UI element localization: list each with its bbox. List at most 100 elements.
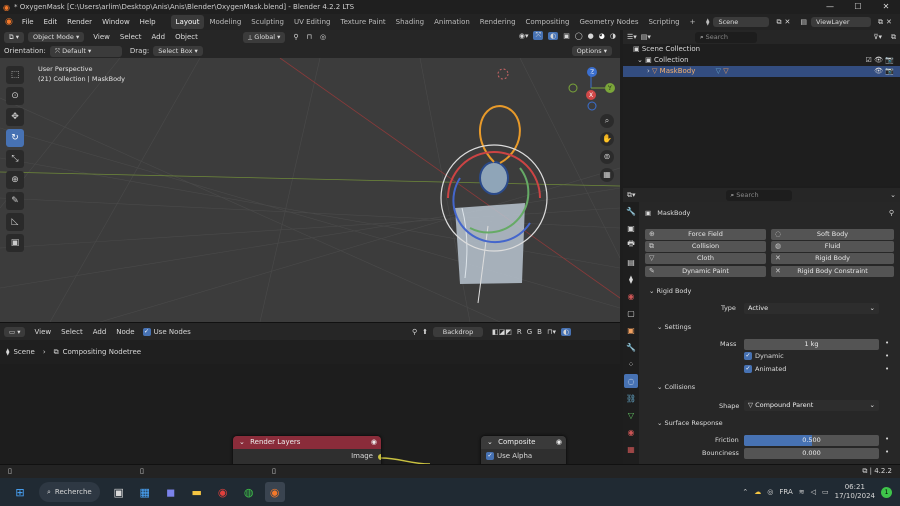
chevron-down-icon[interactable]: ⌄ bbox=[487, 438, 493, 446]
tab-rendering[interactable]: Rendering bbox=[475, 15, 521, 29]
filter-icon[interactable]: ⊽▾ bbox=[873, 33, 882, 41]
use-nodes-checkbox[interactable]: ✓ Use Nodes bbox=[142, 327, 191, 336]
keyframe-dot-icon[interactable]: • bbox=[885, 435, 889, 443]
rotate-tool-icon[interactable]: ↻ bbox=[6, 129, 24, 147]
collection-visibility-controls[interactable]: ☑ 👁 📷 bbox=[866, 55, 894, 66]
task-view-icon[interactable]: ▣ bbox=[109, 482, 129, 502]
navigation-gizmo[interactable]: Z Y X bbox=[568, 67, 615, 111]
tool-tab-icon[interactable]: 🔧 bbox=[624, 204, 638, 218]
rendered-shading-icon[interactable]: ◑ bbox=[610, 32, 616, 40]
force-field-button[interactable]: ⊕ Force Field bbox=[645, 229, 766, 240]
outliner-search-input[interactable]: ⌕ Search bbox=[694, 31, 757, 43]
channel-b[interactable]: B bbox=[537, 328, 542, 336]
tab-geometry-nodes[interactable]: Geometry Nodes bbox=[574, 15, 643, 29]
render-layers-node[interactable]: ⌄ Render Layers ◉ Image bbox=[233, 436, 381, 464]
menu-edit[interactable]: Edit bbox=[39, 18, 63, 26]
close-button[interactable]: ✕ bbox=[872, 0, 900, 14]
soft-body-button[interactable]: ◌ Soft Body bbox=[771, 229, 894, 240]
breadcrumb-nodetree[interactable]: Compositing Nodetree bbox=[63, 348, 141, 356]
output-tab-icon[interactable]: 🖶 bbox=[624, 238, 638, 252]
mass-field[interactable]: 1 kg bbox=[744, 339, 879, 350]
keyframe-dot-icon[interactable]: • bbox=[885, 365, 889, 373]
teams-icon[interactable]: ◼ bbox=[161, 482, 181, 502]
outliner-type-icon[interactable]: ☰▾ bbox=[627, 33, 637, 41]
transform-orientation-dropdown[interactable]: ⟂ Global ▾ bbox=[242, 31, 286, 43]
minimize-button[interactable]: — bbox=[816, 0, 844, 14]
material-shading-icon[interactable]: ◕ bbox=[599, 32, 605, 40]
use-alpha-checkbox[interactable]: ✓ Use Alpha bbox=[481, 449, 566, 463]
keyframe-dot-icon[interactable]: • bbox=[885, 339, 889, 347]
cloth-button[interactable]: ▽ Cloth bbox=[645, 253, 766, 264]
proportional-edit-icon[interactable]: ◎ bbox=[320, 33, 326, 41]
options-dropdown[interactable]: Options ▾ bbox=[571, 46, 612, 56]
mode-dropdown[interactable]: Object Mode ▾ bbox=[27, 32, 85, 42]
overlay-node-icon[interactable]: ◐ bbox=[560, 328, 572, 336]
viewlayer-field[interactable]: ViewLayer bbox=[810, 17, 871, 27]
clock[interactable]: 06:21 17/10/2024 bbox=[835, 483, 875, 501]
fluid-button[interactable]: ◍ Fluid bbox=[771, 241, 894, 252]
transform-tool-icon[interactable]: ⊕ bbox=[6, 171, 24, 189]
scene-tab-icon[interactable]: ⧫ bbox=[624, 272, 638, 286]
tab-uv-editing[interactable]: UV Editing bbox=[289, 15, 336, 29]
3d-viewport[interactable]: Z Y X ⬚ ⊙ ✥ ↻ ⤡ ⊕ ✎ ◺ ▣ User Perspective… bbox=[0, 58, 620, 322]
node-menu-select[interactable]: Select bbox=[56, 328, 88, 336]
pivot-icon[interactable]: ⚲ bbox=[293, 33, 298, 41]
widgets-icon[interactable]: ▦ bbox=[135, 482, 155, 502]
language-indicator[interactable]: FRA bbox=[779, 488, 792, 496]
notification-badge[interactable]: 1 bbox=[881, 486, 892, 498]
new-scene-icon[interactable]: ⧉ bbox=[776, 18, 781, 27]
parent-node-icon[interactable]: ⬆ bbox=[422, 328, 428, 336]
channel-r[interactable]: R bbox=[517, 328, 522, 336]
scene-icon[interactable]: ⧫ bbox=[706, 18, 709, 26]
viewport-menu-select[interactable]: Select bbox=[115, 33, 147, 41]
gizmo-icon[interactable]: ⤧ bbox=[533, 31, 544, 40]
data-tab-icon[interactable]: ▽ bbox=[624, 408, 638, 422]
perspective-toggle-icon[interactable]: ▦ bbox=[600, 168, 614, 182]
search-box[interactable]: ⌕ Recherche bbox=[39, 482, 100, 502]
tab-scripting[interactable]: Scripting bbox=[643, 15, 684, 29]
pan-icon[interactable]: ✋ bbox=[600, 132, 614, 146]
battery-icon[interactable]: ▭ bbox=[822, 488, 829, 496]
keyframe-dot-icon[interactable]: • bbox=[885, 448, 889, 456]
keyframe-dot-icon[interactable]: • bbox=[885, 352, 889, 360]
collection-tab-icon[interactable]: ▢ bbox=[624, 306, 638, 320]
wifi-icon[interactable]: ≋ bbox=[799, 488, 805, 496]
menu-window[interactable]: Window bbox=[97, 18, 135, 26]
pin-icon[interactable]: ⚲ bbox=[412, 328, 417, 336]
blender-taskbar-icon[interactable]: ◉ bbox=[264, 482, 285, 502]
chevron-down-icon[interactable]: ⌄ bbox=[637, 56, 643, 64]
tab-animation[interactable]: Animation bbox=[429, 15, 475, 29]
new-collection-icon[interactable]: ⧉ bbox=[891, 33, 896, 42]
tree-row-scene-collection[interactable]: ▣ Scene Collection bbox=[623, 44, 900, 55]
menu-file[interactable]: File bbox=[17, 18, 39, 26]
dynamic-paint-button[interactable]: ✎ Dynamic Paint bbox=[645, 266, 766, 277]
node-menu-node[interactable]: Node bbox=[111, 328, 139, 336]
type-dropdown[interactable]: Active ⌄ bbox=[744, 303, 879, 314]
solid-shading-icon[interactable]: ● bbox=[588, 32, 594, 40]
node-menu-view[interactable]: View bbox=[29, 328, 56, 336]
friction-slider[interactable]: 0.500 bbox=[744, 435, 879, 446]
move-tool-icon[interactable]: ✥ bbox=[6, 108, 24, 126]
properties-type-icon[interactable]: ⧉▾ bbox=[627, 191, 636, 200]
measure-tool-icon[interactable]: ◺ bbox=[6, 213, 24, 231]
maximize-button[interactable]: ☐ bbox=[844, 0, 872, 14]
node-editor-type-button[interactable]: ▭ ▾ bbox=[4, 326, 26, 337]
particles-tab-icon[interactable]: ⁘ bbox=[624, 357, 638, 371]
material-tab-icon[interactable]: ◉ bbox=[624, 425, 638, 439]
texture-tab-icon[interactable]: ▦ bbox=[624, 442, 638, 456]
breadcrumb-scene[interactable]: Scene bbox=[13, 348, 34, 356]
image-socket-icon[interactable] bbox=[378, 454, 381, 460]
collision-button[interactable]: ⧉ Collision bbox=[645, 241, 766, 252]
visibility-icon[interactable]: ◉▾ bbox=[519, 32, 529, 40]
settings-panel-header[interactable]: ⌄ Settings bbox=[657, 323, 691, 331]
viewport-menu-view[interactable]: View bbox=[88, 33, 115, 41]
rigid-body-button[interactable]: ✕ Rigid Body bbox=[771, 253, 894, 264]
shape-dropdown[interactable]: ▽ Compound Parent ⌄ bbox=[744, 400, 879, 411]
file-explorer-icon[interactable]: ▬ bbox=[187, 482, 207, 502]
constraints-tab-icon[interactable]: ⛓ bbox=[624, 391, 638, 405]
xray-icon[interactable]: ▣ bbox=[563, 32, 570, 40]
delete-viewlayer-icon[interactable]: ✕ bbox=[886, 18, 892, 26]
tree-row-maskbody[interactable]: › ▽ MaskBody ▽ ▽ 👁 📷 bbox=[623, 66, 900, 77]
volume-icon[interactable]: ◁ bbox=[811, 488, 816, 496]
scene-field[interactable]: Scene bbox=[713, 17, 770, 27]
